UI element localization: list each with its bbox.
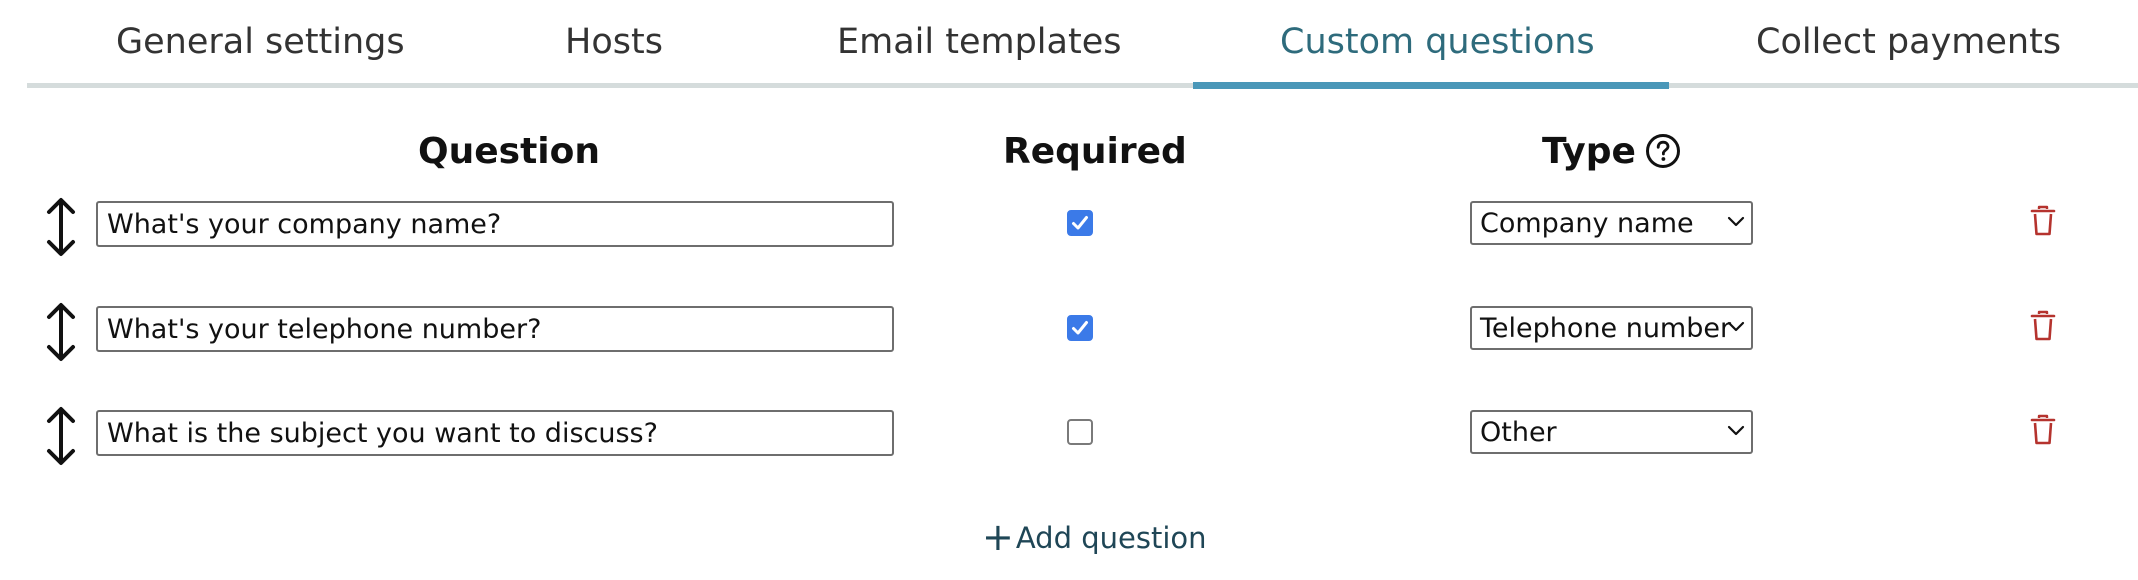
column-header-required: Required [1003, 131, 1187, 172]
question-type-select[interactable]: Company name [1470, 201, 1753, 245]
question-text-input[interactable] [96, 201, 894, 247]
tab-custom-questions[interactable]: Custom questions [1280, 18, 1595, 66]
question-text-input[interactable] [96, 306, 894, 352]
custom-questions-page: General settings Hosts Email templates C… [0, 0, 2138, 580]
help-icon[interactable] [1645, 133, 1681, 169]
chevron-down-icon [1727, 425, 1745, 436]
question-type-value: Telephone number [1480, 313, 1732, 344]
tab-hosts[interactable]: Hosts [565, 18, 663, 66]
plus-icon: + [982, 515, 1014, 559]
drag-handle-icon[interactable] [43, 404, 79, 468]
add-question-button[interactable]: +Add question [982, 515, 1207, 559]
question-type-value: Company name [1480, 208, 1694, 239]
checkmark-icon [1072, 216, 1088, 230]
question-type-select[interactable]: Other [1470, 410, 1753, 454]
delete-question-trash-icon[interactable] [2030, 414, 2056, 446]
column-header-question: Question [418, 131, 600, 172]
required-checkbox[interactable] [1067, 419, 1093, 445]
tab-bar: General settings Hosts Email templates C… [27, 0, 2138, 90]
chevron-down-icon [1727, 216, 1745, 227]
delete-question-trash-icon[interactable] [2030, 205, 2056, 237]
required-checkbox[interactable] [1067, 210, 1093, 236]
question-row: Other [0, 407, 2138, 470]
required-checkbox[interactable] [1067, 315, 1093, 341]
add-question-label: Add question [1015, 521, 1207, 555]
active-tab-indicator [1193, 82, 1669, 89]
delete-question-trash-icon[interactable] [2030, 310, 2056, 342]
drag-handle-icon[interactable] [43, 195, 79, 259]
question-text-input[interactable] [96, 410, 894, 456]
question-type-select[interactable]: Telephone number [1470, 306, 1753, 350]
checkmark-icon [1072, 321, 1088, 335]
tab-bar-divider [27, 83, 2138, 88]
tab-email-templates[interactable]: Email templates [837, 18, 1121, 66]
question-row: Telephone number [0, 303, 2138, 366]
question-type-value: Other [1480, 417, 1557, 448]
column-header-type: Type [1542, 131, 1636, 172]
tab-collect-payments[interactable]: Collect payments [1756, 18, 2061, 66]
drag-handle-icon[interactable] [43, 300, 79, 364]
question-row: Company name [0, 198, 2138, 261]
chevron-down-icon [1727, 321, 1745, 332]
tab-general-settings[interactable]: General settings [116, 18, 405, 66]
